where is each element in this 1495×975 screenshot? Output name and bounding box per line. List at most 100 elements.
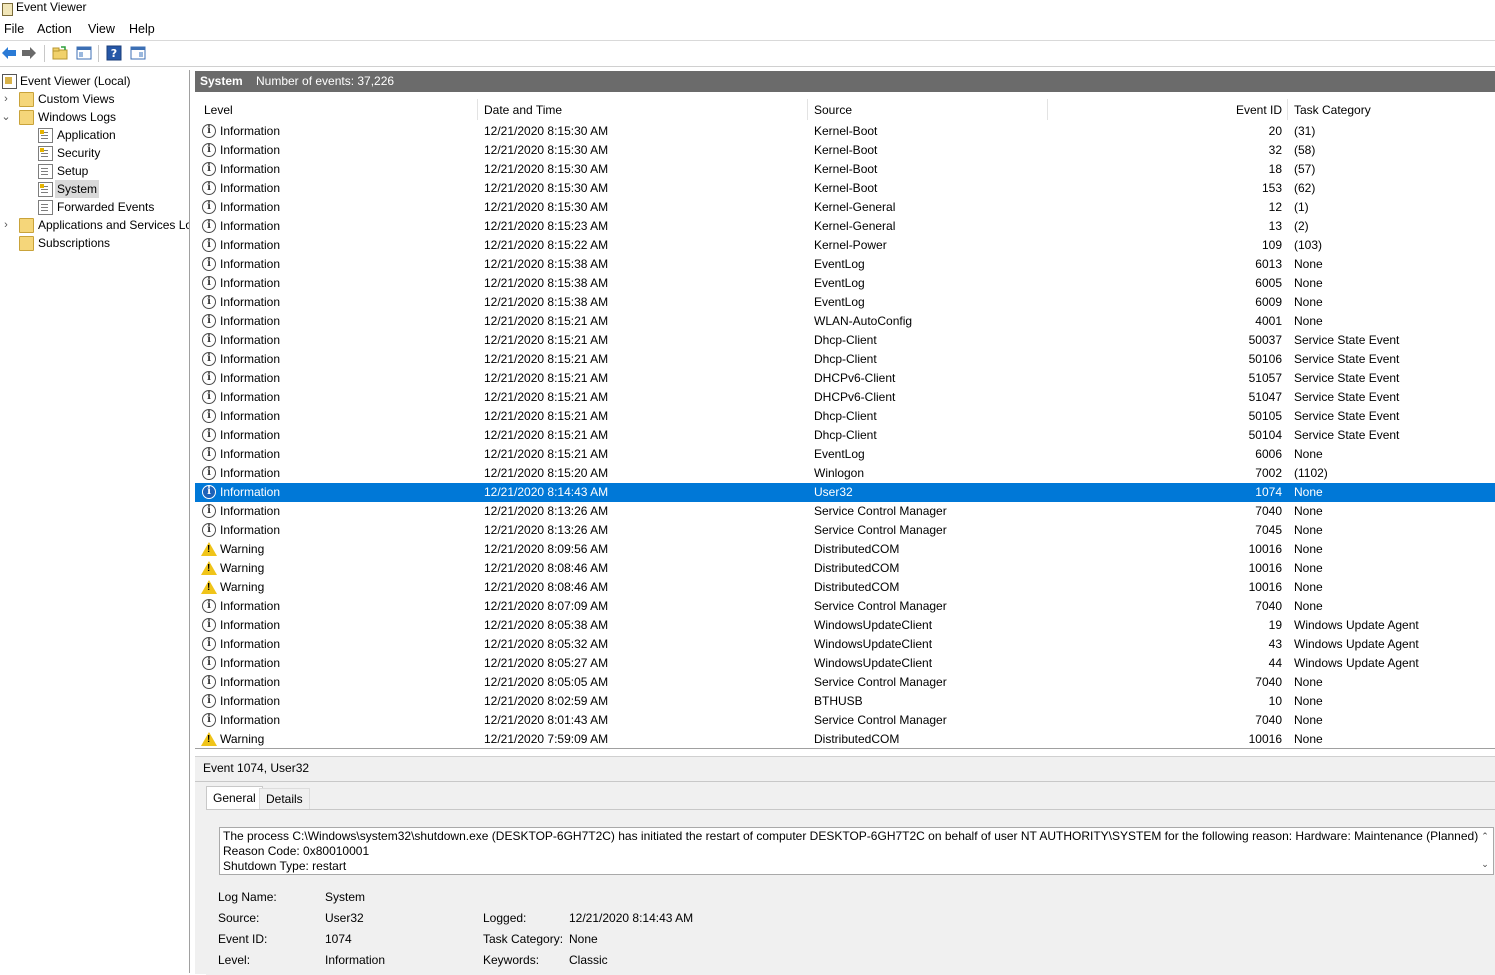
table-row[interactable]: i Information 12/21/2020 8:15:23 AM Kernel-…	[195, 217, 1495, 236]
cell-task-category: Windows Update Agent	[1294, 656, 1419, 670]
toolbar: ?	[0, 41, 1495, 67]
chevron-right-icon[interactable]: ›	[1, 216, 11, 234]
cell-level: Information	[220, 675, 281, 689]
cell-level: Information	[220, 257, 281, 271]
cell-date-time: 12/21/2020 8:13:26 AM	[484, 523, 609, 537]
cell-date-time: 12/21/2020 8:08:46 AM	[484, 561, 609, 575]
cell-level: Information	[220, 428, 281, 442]
title-bar: Event Viewer	[0, 0, 1495, 17]
console-tree-icon[interactable]	[76, 45, 92, 61]
cell-level: Information	[220, 447, 281, 461]
table-row[interactable]: i Information 12/21/2020 8:15:30 AM Kernel-…	[195, 122, 1495, 141]
cell-task-category: Windows Update Agent	[1294, 618, 1419, 632]
column-header-level[interactable]: Level	[204, 103, 233, 117]
table-row[interactable]: i Information 12/21/2020 8:01:43 AM Service…	[195, 711, 1495, 730]
general-tab-panel: The process C:\Windows\system32\shutdown…	[206, 809, 1495, 975]
back-arrow-icon[interactable]	[1, 45, 17, 61]
tab-general[interactable]: General	[206, 786, 263, 810]
cell-level: Information	[220, 333, 281, 347]
table-row[interactable]: i Information 12/21/2020 8:15:21 AM Dhcp-Cl…	[195, 331, 1495, 350]
menu-file[interactable]: File	[4, 21, 24, 37]
table-row[interactable]: i Information 12/21/2020 8:15:21 AM DHCPv6-…	[195, 388, 1495, 407]
table-row[interactable]: i Information 12/21/2020 8:15:21 AM EventLo…	[195, 445, 1495, 464]
table-row[interactable]: i Information 12/21/2020 8:15:20 AM Winlogo…	[195, 464, 1495, 483]
column-divider[interactable]	[1047, 99, 1048, 120]
help-icon[interactable]: ?	[106, 45, 122, 61]
cell-level: Information	[220, 276, 281, 290]
cell-task-category: Service State Event	[1294, 352, 1400, 366]
table-row[interactable]: i Information 12/21/2020 8:15:30 AM Kernel-…	[195, 160, 1495, 179]
column-divider[interactable]	[807, 99, 808, 120]
tab-details[interactable]: Details	[259, 788, 310, 809]
source-value: User32	[325, 911, 364, 925]
chevron-right-icon[interactable]: ›	[1, 90, 11, 108]
table-row[interactable]: i Information 12/21/2020 8:15:30 AM Kernel-…	[195, 141, 1495, 160]
table-row[interactable]: Warning 12/21/2020 8:09:56 AM DistributedC…	[195, 540, 1495, 559]
divider	[195, 781, 1495, 782]
information-icon: i	[202, 618, 216, 632]
table-row[interactable]: i Information 12/21/2020 8:15:21 AM Dhcp-Cl…	[195, 407, 1495, 426]
column-divider[interactable]	[477, 99, 478, 120]
cell-date-time: 12/21/2020 8:01:43 AM	[484, 713, 609, 727]
cell-event-id: 10016	[1248, 542, 1282, 556]
warning-icon	[201, 732, 217, 746]
cell-task-category: (1)	[1294, 200, 1309, 214]
cell-level: Information	[220, 637, 281, 651]
table-row[interactable]: i Information 12/21/2020 8:05:38 AM Windows…	[195, 616, 1495, 635]
column-header-source[interactable]: Source	[814, 103, 852, 117]
scroll-up-icon[interactable]: ⌃	[1480, 831, 1490, 841]
table-row[interactable]: i Information 12/21/2020 8:15:38 AM EventLo…	[195, 293, 1495, 312]
cell-source: Dhcp-Client	[814, 352, 877, 366]
event-message-box[interactable]: The process C:\Windows\system32\shutdown…	[219, 827, 1494, 875]
log-icon	[38, 146, 53, 161]
cell-task-category: None	[1294, 561, 1323, 575]
menu-help[interactable]: Help	[129, 21, 155, 37]
menu-action[interactable]: Action	[37, 21, 72, 37]
cell-level: Warning	[220, 580, 265, 594]
open-folder-icon[interactable]	[52, 45, 68, 61]
column-header-event-id[interactable]: Event ID	[1225, 103, 1282, 117]
column-header-task-category[interactable]: Task Category	[1294, 103, 1371, 117]
table-row[interactable]: i Information 12/21/2020 8:05:32 AM Windows…	[195, 635, 1495, 654]
table-row[interactable]: i Information 12/21/2020 8:02:59 AM BTHUSB 1…	[195, 692, 1495, 711]
table-row[interactable]: Warning 12/21/2020 8:08:46 AM DistributedC…	[195, 578, 1495, 597]
table-row[interactable]: i Information 12/21/2020 8:15:38 AM EventLo…	[195, 274, 1495, 293]
table-row[interactable]: i Information 12/21/2020 8:15:38 AM EventLo…	[195, 255, 1495, 274]
forward-arrow-icon[interactable]	[21, 45, 37, 61]
table-row[interactable]: i Information 12/21/2020 8:15:21 AM DHCPv6-…	[195, 369, 1495, 388]
event-detail-pane: Event 1074, User32 General Details The p…	[195, 756, 1495, 975]
cell-event-id: 4001	[1255, 314, 1282, 328]
cell-task-category: None	[1294, 257, 1323, 271]
cell-level: Information	[220, 238, 281, 252]
column-divider[interactable]	[1287, 99, 1288, 120]
cell-level: Information	[220, 124, 281, 138]
table-row[interactable]: i Information 12/21/2020 8:15:22 AM Kernel-…	[195, 236, 1495, 255]
table-row[interactable]: i Information 12/21/2020 8:13:26 AM Service…	[195, 502, 1495, 521]
table-row[interactable]: i Information 12/21/2020 8:07:09 AM Service…	[195, 597, 1495, 616]
table-row[interactable]: i Information 12/21/2020 8:15:21 AM Dhcp-Cl…	[195, 350, 1495, 369]
cell-date-time: 12/21/2020 8:15:21 AM	[484, 447, 609, 461]
table-row[interactable]: i Information 12/21/2020 8:13:26 AM Service…	[195, 521, 1495, 540]
cell-level: Information	[220, 713, 281, 727]
table-row[interactable]: i Information 12/21/2020 8:15:30 AM Kernel-…	[195, 179, 1495, 198]
table-row[interactable]: i Information 12/21/2020 8:15:21 AM WLAN-Au…	[195, 312, 1495, 331]
table-row[interactable]: i Information 12/21/2020 8:14:43 AM User32 1…	[195, 483, 1495, 502]
information-icon: i	[202, 599, 216, 613]
scroll-down-icon[interactable]: ⌄	[1480, 859, 1490, 869]
folder-icon	[19, 92, 34, 107]
table-row[interactable]: i Information 12/21/2020 8:15:21 AM Dhcp-Cl…	[195, 426, 1495, 445]
column-header-date-time[interactable]: Date and Time	[484, 103, 562, 117]
menu-view[interactable]: View	[88, 21, 115, 37]
chevron-down-icon[interactable]: ⌄	[1, 108, 11, 126]
cell-task-category: None	[1294, 295, 1323, 309]
table-row[interactable]: i Information 12/21/2020 8:05:05 AM Service…	[195, 673, 1495, 692]
table-row[interactable]: i Information 12/21/2020 8:15:30 AM Kernel-…	[195, 198, 1495, 217]
table-row[interactable]: i Information 12/21/2020 8:05:27 AM Windows…	[195, 654, 1495, 673]
warning-icon	[201, 542, 217, 556]
cell-source: Service Control Manager	[814, 504, 947, 518]
cell-source: WindowsUpdateClient	[814, 618, 933, 632]
information-icon: i	[202, 143, 216, 157]
table-row[interactable]: Warning 12/21/2020 7:59:09 AM DistributedC…	[195, 730, 1495, 748]
action-pane-icon[interactable]	[130, 45, 146, 61]
table-row[interactable]: Warning 12/21/2020 8:08:46 AM DistributedC…	[195, 559, 1495, 578]
